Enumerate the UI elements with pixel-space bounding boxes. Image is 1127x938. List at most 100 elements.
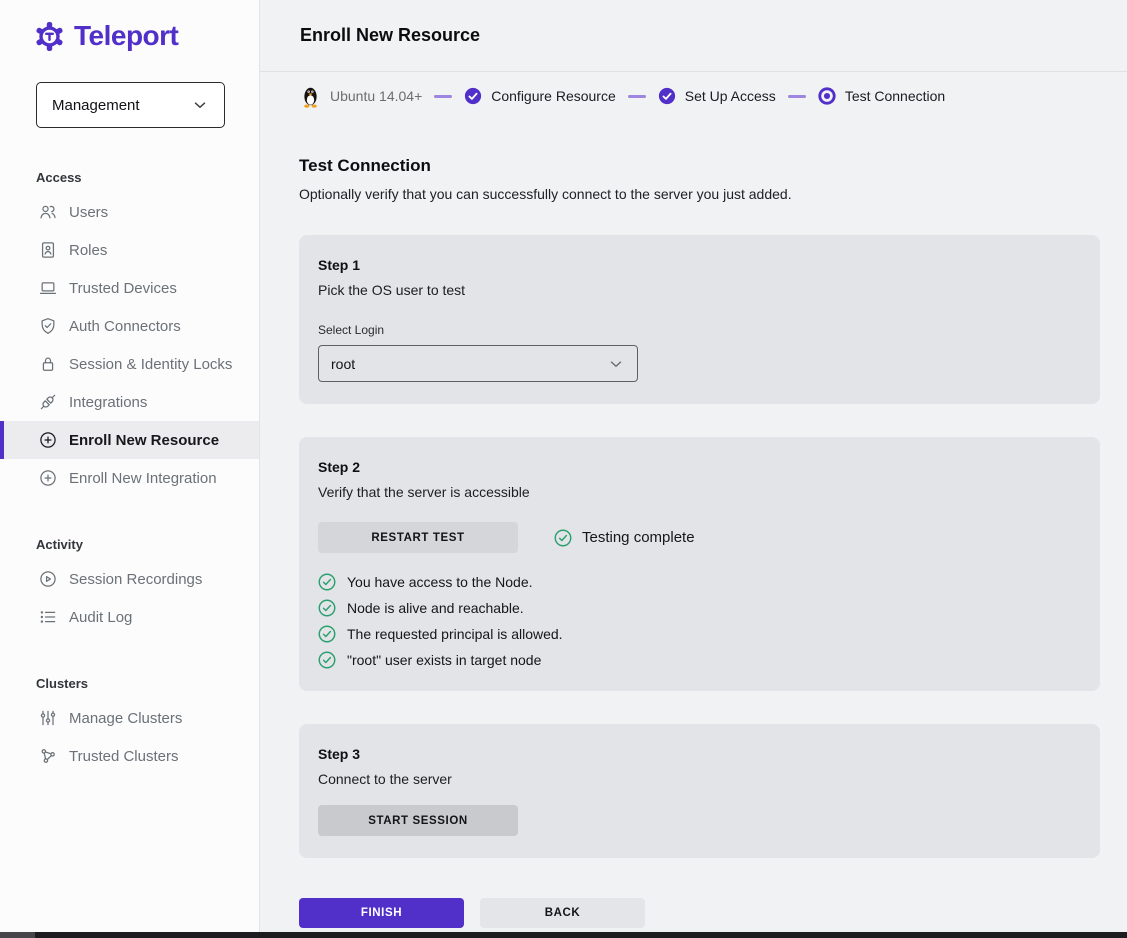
step3-title: Step 3 <box>318 746 1081 762</box>
login-select-value: root <box>331 356 355 372</box>
linux-penguin-icon <box>300 85 321 108</box>
sidebar-item-audit-log[interactable]: Audit Log <box>0 598 259 636</box>
sidebar-section-access: Access <box>36 170 259 185</box>
sidebar-item-label: Users <box>69 204 108 221</box>
stepper-resource-label: Ubuntu 14.04+ <box>330 88 422 104</box>
network-icon <box>38 746 58 766</box>
sidebar-item-auth-connectors[interactable]: Auth Connectors <box>0 307 259 345</box>
plus-circle-icon <box>38 468 58 488</box>
laptop-icon <box>38 278 58 298</box>
sidebar-item-trusted-devices[interactable]: Trusted Devices <box>0 269 259 307</box>
check-item: Node is alive and reachable. <box>318 599 1081 617</box>
sidebar-item-manage-clusters[interactable]: Manage Clusters <box>0 699 259 737</box>
step-done-check-icon <box>658 87 676 105</box>
sidebar-item-label: Roles <box>69 242 107 259</box>
back-button[interactable]: BACK <box>480 898 645 928</box>
sidebar-item-label: Enroll New Resource <box>69 432 219 449</box>
sidebar-section-activity: Activity <box>36 537 259 552</box>
content: Test Connection Optionally verify that y… <box>260 120 1127 932</box>
sidebar-item-label: Enroll New Integration <box>69 470 217 487</box>
sidebar-item-roles[interactable]: Roles <box>0 231 259 269</box>
stepper-step-label: Test Connection <box>845 88 945 104</box>
sidebar-item-label: Session & Identity Locks <box>69 356 232 373</box>
shield-check-icon <box>38 316 58 336</box>
success-check-icon <box>318 599 336 617</box>
stepper-resource: Ubuntu 14.04+ <box>300 85 422 108</box>
step-active-radio-icon <box>818 87 836 105</box>
step-done-check-icon <box>464 87 482 105</box>
sidebar-item-users[interactable]: Users <box>0 193 259 231</box>
sidebar-item-session-identity-locks[interactable]: Session & Identity Locks <box>0 345 259 383</box>
workspace-selector-value: Management <box>52 97 140 114</box>
id-card-icon <box>38 240 58 260</box>
main-area: Enroll New Resource Ubuntu 14.04+ <box>260 0 1127 932</box>
teleport-gear-icon <box>34 21 65 52</box>
page-header: Enroll New Resource <box>260 0 1127 72</box>
step2-card: Step 2 Verify that the server is accessi… <box>299 437 1100 691</box>
plus-circle-icon <box>38 430 58 450</box>
workspace-selector[interactable]: Management <box>36 82 225 128</box>
section-title: Test Connection <box>299 156 1100 176</box>
step2-title: Step 2 <box>318 459 1081 475</box>
sidebar-item-enroll-new-resource[interactable]: Enroll New Resource <box>0 421 259 459</box>
sidebar-item-trusted-clusters[interactable]: Trusted Clusters <box>0 737 259 775</box>
sidebar-item-label: Manage Clusters <box>69 710 182 727</box>
stepper-step-label: Set Up Access <box>685 88 776 104</box>
window-bottom-corner <box>0 932 35 938</box>
sidebar-item-label: Audit Log <box>69 609 132 626</box>
page-title: Enroll New Resource <box>300 25 480 46</box>
check-item: You have access to the Node. <box>318 573 1081 591</box>
wizard-footer: FINISH BACK <box>299 898 1100 928</box>
check-item: "root" user exists in target node <box>318 651 1081 669</box>
sidebar-item-enroll-new-integration[interactable]: Enroll New Integration <box>0 459 259 497</box>
sidebar-item-integrations[interactable]: Integrations <box>0 383 259 421</box>
sidebar: Teleport Management Access Users <box>0 0 260 932</box>
stepper-connector <box>434 95 452 98</box>
login-select[interactable]: root <box>318 345 638 382</box>
check-item-label: The requested principal is allowed. <box>347 626 563 642</box>
step2-description: Verify that the server is accessible <box>318 484 1081 500</box>
stepper-connector <box>628 95 646 98</box>
sidebar-item-label: Session Recordings <box>69 571 202 588</box>
chevron-down-icon <box>607 355 625 373</box>
section-subtitle: Optionally verify that you can successfu… <box>299 186 1100 202</box>
play-circle-icon <box>38 569 58 589</box>
restart-test-button[interactable]: RESTART TEST <box>318 522 518 553</box>
step1-description: Pick the OS user to test <box>318 282 1081 298</box>
chevron-down-icon <box>191 96 209 114</box>
sidebar-item-label: Trusted Clusters <box>69 748 178 765</box>
sidebar-item-label: Trusted Devices <box>69 280 177 297</box>
stepper-step-configure-resource: Configure Resource <box>464 87 616 105</box>
step3-card: Step 3 Connect to the server START SESSI… <box>299 724 1100 858</box>
sidebar-item-label: Auth Connectors <box>69 318 181 335</box>
check-item-label: Node is alive and reachable. <box>347 600 524 616</box>
success-check-icon <box>554 529 572 547</box>
sidebar-section-clusters: Clusters <box>36 676 259 691</box>
check-item-label: You have access to the Node. <box>347 574 533 590</box>
window-bottom-edge <box>0 932 1127 938</box>
success-check-icon <box>318 651 336 669</box>
stepper-step-label: Configure Resource <box>491 88 616 104</box>
testing-status-label: Testing complete <box>582 529 695 546</box>
stepper-step-set-up-access: Set Up Access <box>658 87 776 105</box>
sidebar-item-label: Integrations <box>69 394 147 411</box>
step1-card: Step 1 Pick the OS user to test Select L… <box>299 235 1100 404</box>
lock-icon <box>38 354 58 374</box>
teleport-app-window: Teleport Management Access Users <box>0 0 1127 938</box>
list-icon <box>38 607 58 627</box>
sliders-icon <box>38 708 58 728</box>
finish-button[interactable]: FINISH <box>299 898 464 928</box>
start-session-button[interactable]: START SESSION <box>318 805 518 836</box>
success-check-icon <box>318 625 336 643</box>
check-item: The requested principal is allowed. <box>318 625 1081 643</box>
success-check-icon <box>318 573 336 591</box>
step3-description: Connect to the server <box>318 771 1081 787</box>
sidebar-item-session-recordings[interactable]: Session Recordings <box>0 560 259 598</box>
select-login-label: Select Login <box>318 323 1081 337</box>
teleport-logo: Teleport <box>34 20 259 52</box>
stepper-connector <box>788 95 806 98</box>
test-checks-list: You have access to the Node. Node is ali… <box>318 573 1081 669</box>
users-icon <box>38 202 58 222</box>
stepper-step-test-connection: Test Connection <box>818 87 945 105</box>
check-item-label: "root" user exists in target node <box>347 652 541 668</box>
